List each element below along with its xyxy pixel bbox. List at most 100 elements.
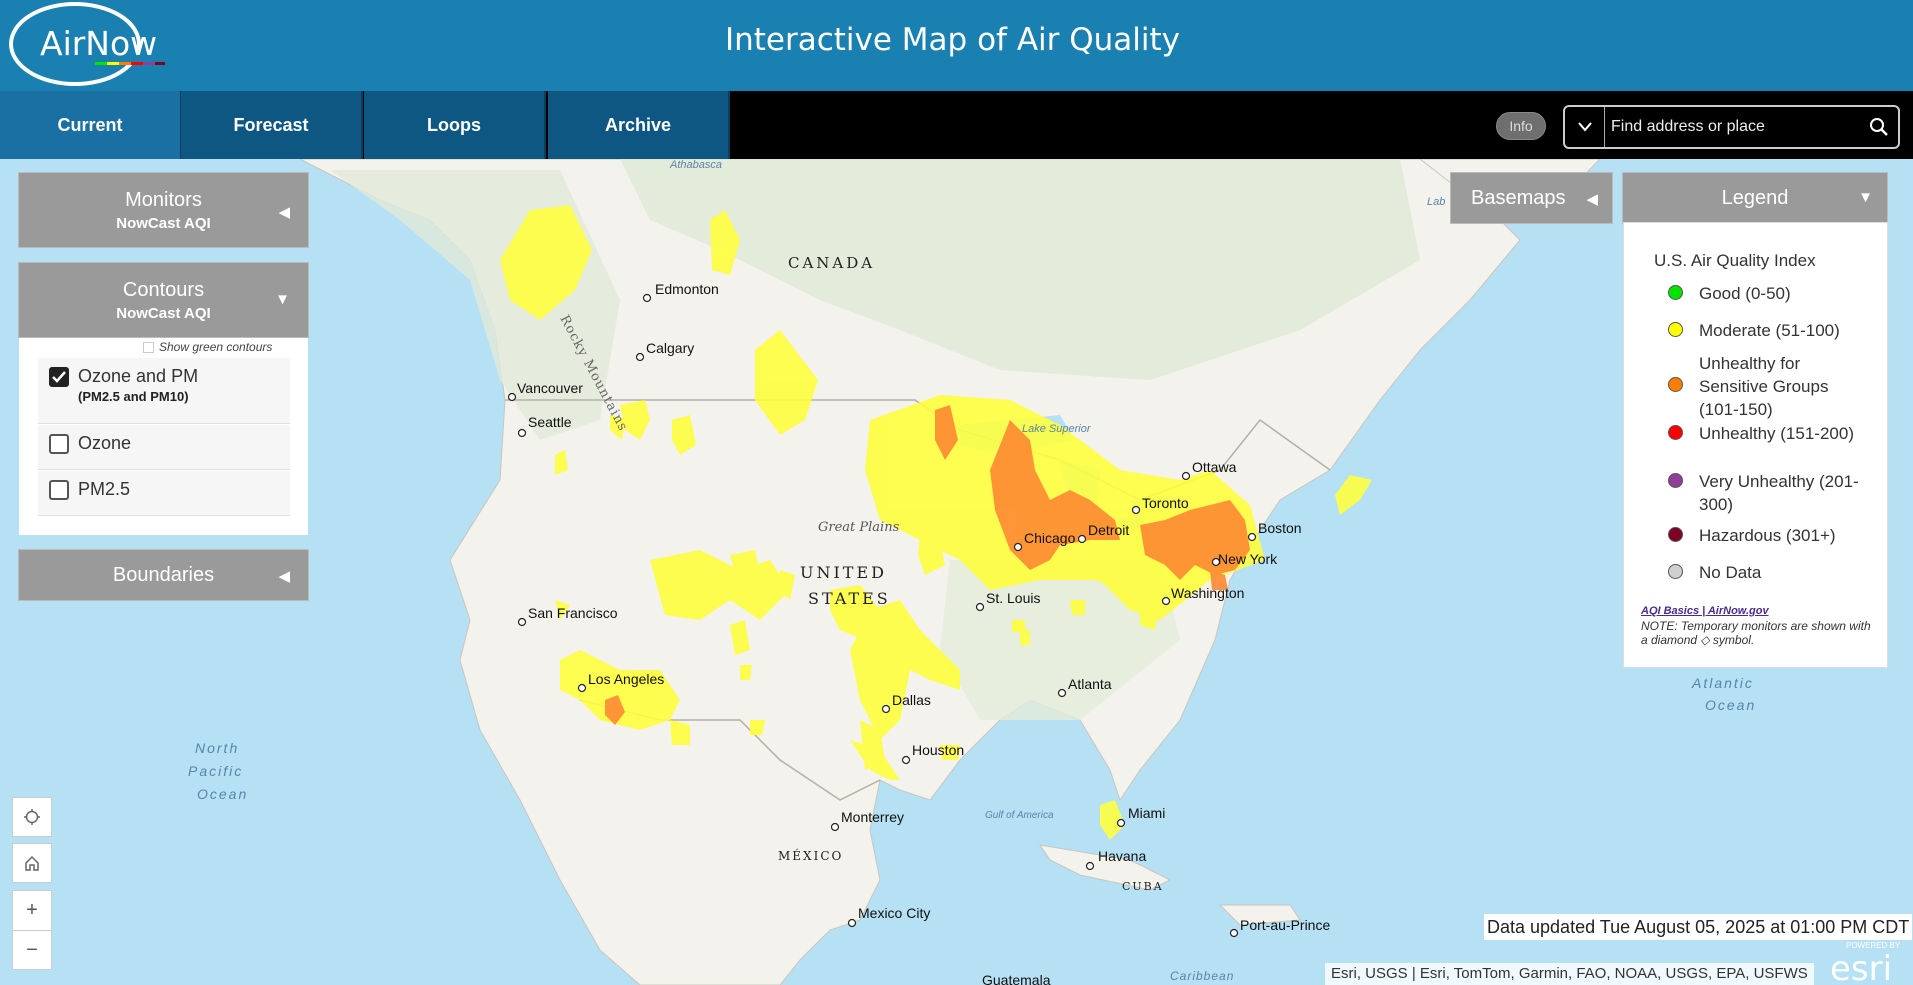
home-icon — [25, 855, 39, 871]
show-green-label: Show green contours — [159, 340, 273, 354]
contour-option-sublabel: (PM2.5 and PM10) — [78, 389, 189, 404]
city-guatemala: Guatemala — [982, 972, 1051, 985]
ocean-label-atlantic: Atlantic — [1691, 675, 1754, 691]
monitors-subtitle: NowCast AQI — [116, 215, 211, 232]
contours-subtitle: NowCast AQI — [116, 305, 211, 322]
checkbox-icon[interactable] — [49, 434, 69, 454]
feature-label-caribbean: Caribbean — [1170, 969, 1234, 983]
svg-text:Los Angeles: Los Angeles — [588, 671, 664, 687]
feature-label-lab: Lab — [1427, 196, 1445, 208]
header-bar: AirNow Interactive Map of Air Quality — [0, 0, 1913, 91]
legend-title: Legend — [1721, 187, 1789, 209]
minus-icon: − — [26, 938, 38, 961]
boundaries-panel-header[interactable]: Boundaries ◀ — [18, 549, 309, 601]
plus-icon: + — [26, 899, 38, 921]
svg-text:Chicago: Chicago — [1024, 530, 1076, 546]
chevron-down-icon — [1577, 122, 1592, 132]
legend-item-usg: Unhealthy for Sensitive Groups (101-150) — [1668, 352, 1859, 421]
contour-option-pm25[interactable]: PM2.5 — [38, 471, 290, 516]
page-title: Interactive Map of Air Quality — [724, 22, 1181, 58]
tab-forecast[interactable]: Forecast — [181, 91, 363, 159]
contour-option-label: Ozone and PM — [78, 366, 199, 386]
basemaps-panel-header[interactable]: Basemaps ◀ — [1450, 172, 1613, 224]
legend-item-very-unhealthy: Very Unhealthy (201-300) — [1668, 470, 1859, 516]
search-source-dropdown[interactable] — [1565, 107, 1605, 147]
svg-text:St. Louis: St. Louis — [986, 590, 1040, 606]
legend-panel-header[interactable]: Legend ▼ — [1622, 172, 1888, 224]
contour-option-ozone[interactable]: Ozone — [38, 425, 290, 470]
contour-option-label: PM2.5 — [78, 479, 131, 499]
aqi-dot-icon — [1668, 527, 1683, 542]
country-label-states: STATES — [808, 589, 891, 608]
info-button[interactable]: Info — [1496, 112, 1546, 140]
legend-item-no-data: No Data — [1668, 561, 1859, 584]
tab-loops[interactable]: Loops — [364, 91, 546, 159]
show-green-checkbox[interactable] — [143, 341, 154, 353]
country-label-united: UNITED — [800, 563, 887, 582]
svg-text:Calgary: Calgary — [646, 340, 694, 356]
search-box — [1563, 105, 1900, 149]
boundaries-title: Boundaries — [112, 564, 215, 586]
tab-archive[interactable]: Archive — [548, 91, 730, 159]
zoom-out-button[interactable]: − — [12, 930, 52, 970]
contours-panel-header[interactable]: Contours NowCast AQI ▼ — [18, 262, 309, 338]
city-new-york: New York — [1211, 551, 1278, 567]
svg-text:Monterrey: Monterrey — [841, 809, 904, 825]
country-label-canada: CANADA — [788, 254, 875, 272]
aqi-dot-icon — [1668, 322, 1683, 337]
svg-text:Ottawa: Ottawa — [1192, 459, 1237, 475]
collapse-left-icon: ◀ — [278, 568, 290, 585]
aqi-dot-icon — [1668, 377, 1683, 392]
svg-text:Miami: Miami — [1128, 805, 1165, 821]
crosshair-icon — [24, 809, 40, 825]
ocean-label-ocean: Ocean — [197, 786, 248, 802]
expand-down-icon: ▼ — [1858, 189, 1873, 206]
contour-option-label: Ozone — [78, 433, 132, 453]
home-button[interactable] — [12, 843, 52, 883]
svg-text:Houston: Houston — [912, 742, 964, 758]
svg-text:Detroit: Detroit — [1088, 522, 1129, 538]
checkbox-icon[interactable] — [49, 480, 69, 500]
svg-text:Atlanta: Atlanta — [1068, 676, 1112, 692]
svg-text:Dallas: Dallas — [892, 692, 931, 708]
legend-heading: U.S. Air Quality Index — [1654, 251, 1816, 270]
aqi-dot-icon — [1668, 285, 1683, 300]
ocean-label-pacific: Pacific — [188, 763, 243, 779]
expand-down-icon: ▼ — [275, 291, 290, 308]
contours-title: Contours — [122, 279, 205, 301]
map-attribution: Esri, USGS | Esri, TomTom, Garmin, FAO, … — [1325, 963, 1814, 985]
svg-text:Toronto: Toronto — [1142, 495, 1189, 511]
monitors-panel-header[interactable]: Monitors NowCast AQI ◀ — [18, 172, 309, 248]
svg-text:Mexico City: Mexico City — [858, 905, 930, 921]
esri-wordmark: esri — [1830, 949, 1892, 985]
checkbox-checked-icon[interactable] — [49, 367, 69, 387]
data-updated-label: Data updated Tue August 05, 2025 at 01:0… — [1484, 914, 1913, 940]
search-input[interactable] — [1611, 113, 1851, 141]
legend-item-moderate: Moderate (51-100) — [1668, 319, 1859, 342]
contour-option-ozone-pm[interactable]: Ozone and PM (PM2.5 and PM10) — [38, 358, 290, 424]
svg-text:Vancouver: Vancouver — [517, 380, 583, 396]
svg-text:Washington: Washington — [1171, 585, 1244, 601]
tab-current[interactable]: Current — [0, 91, 182, 159]
ocean-label-north: North — [195, 740, 239, 756]
aqi-dot-icon — [1668, 473, 1683, 488]
search-icon[interactable] — [1868, 116, 1890, 138]
collapse-left-icon: ◀ — [1586, 191, 1598, 208]
collapse-left-icon: ◀ — [278, 204, 290, 221]
zoom-in-button[interactable]: + — [12, 890, 52, 930]
svg-text:New York: New York — [1218, 551, 1278, 567]
esri-logo: POWERED BY esri — [1830, 941, 1901, 985]
svg-text:San Francisco: San Francisco — [528, 605, 618, 621]
show-green-contours-toggle[interactable]: Show green contours — [143, 340, 272, 354]
svg-text:Havana: Havana — [1098, 848, 1146, 864]
svg-text:Seattle: Seattle — [528, 414, 572, 430]
country-label-mexico: MÉXICO — [778, 848, 843, 863]
feature-label-great-plains: Great Plains — [818, 520, 900, 535]
legend-item-good: Good (0-50) — [1668, 282, 1859, 305]
aqi-dot-icon — [1668, 564, 1683, 579]
locate-button[interactable] — [12, 797, 52, 837]
svg-text:Boston: Boston — [1258, 520, 1302, 536]
svg-text:Port-au-Prince: Port-au-Prince — [1240, 917, 1330, 933]
feature-label-athabasca: Athabasca — [669, 159, 722, 171]
svg-text:Edmonton: Edmonton — [655, 281, 719, 297]
